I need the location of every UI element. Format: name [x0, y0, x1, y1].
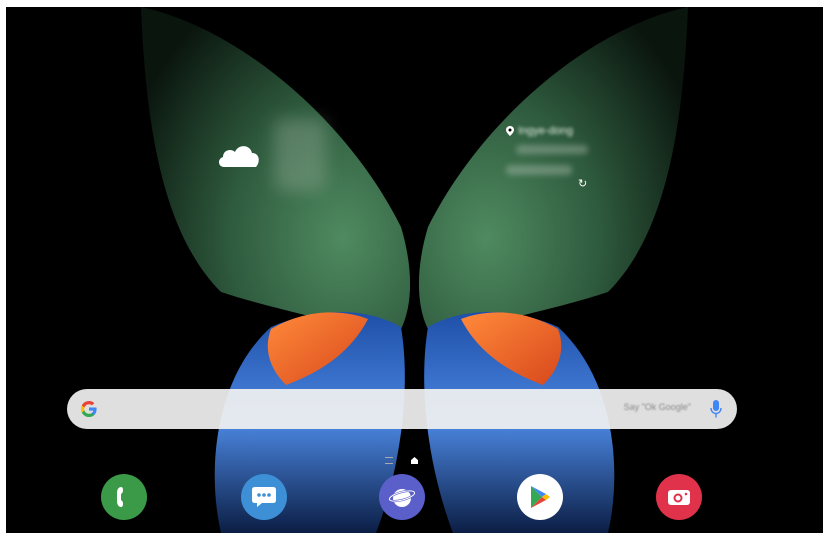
camera-app[interactable] — [656, 474, 702, 520]
phone-app[interactable] — [101, 474, 147, 520]
clock-widget[interactable]: Ingye-dong ↻ — [506, 125, 606, 195]
camera-icon — [668, 490, 690, 505]
menu-lines-icon[interactable] — [385, 457, 393, 464]
home-screen: Ingye-dong ↻ Say "Ok Google" — [6, 7, 823, 533]
messages-app[interactable] — [241, 474, 287, 520]
cloud-icon — [218, 146, 259, 167]
phone-icon — [117, 487, 123, 507]
weather-details — [274, 119, 326, 191]
messages-icon — [252, 487, 276, 507]
home-page-icon[interactable] — [411, 457, 418, 464]
google-g-icon — [81, 401, 97, 417]
location-pin-icon — [506, 126, 514, 136]
google-search-bar[interactable]: Say "Ok Google" — [67, 389, 737, 429]
internet-app[interactable] — [379, 474, 425, 520]
search-hint: Say "Ok Google" — [623, 402, 691, 412]
refresh-icon[interactable]: ↻ — [578, 177, 587, 190]
play-store-app[interactable] — [517, 474, 563, 520]
weather-widget[interactable] — [216, 117, 326, 197]
page-indicator[interactable] — [385, 457, 418, 464]
location-label: Ingye-dong — [518, 125, 574, 137]
date-line — [516, 145, 588, 154]
app-dock — [6, 474, 823, 524]
butterfly-wallpaper — [141, 7, 688, 533]
location-row: Ingye-dong — [506, 125, 573, 137]
mic-icon[interactable] — [709, 399, 723, 419]
time-line — [506, 165, 572, 175]
internet-icon — [388, 489, 416, 507]
play-store-icon — [531, 486, 550, 508]
